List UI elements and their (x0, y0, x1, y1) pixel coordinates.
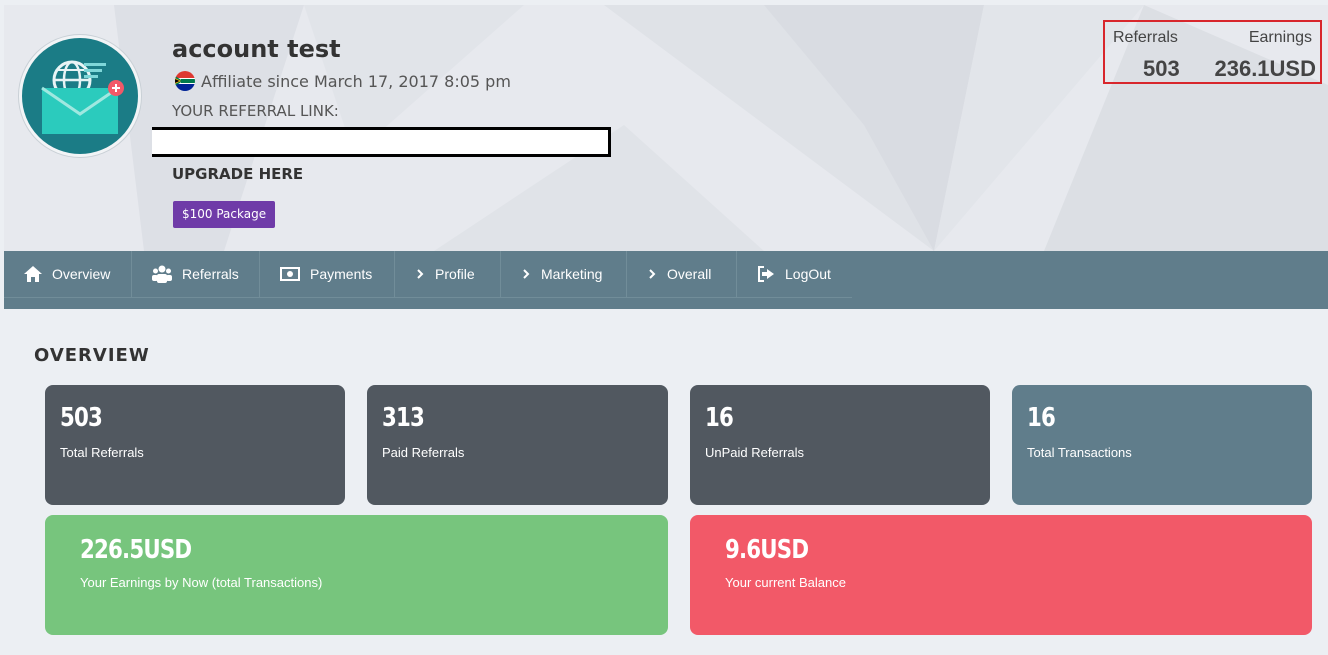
nav-marketing[interactable]: Marketing (501, 251, 627, 297)
card-value: 16 (705, 403, 734, 433)
summary-referrals-label: Referrals (1113, 29, 1178, 46)
summary-earnings-value: 236.1USD (1214, 56, 1316, 81)
affiliate-since-text: Affiliate since March 17, 2017 8:05 pm (201, 71, 511, 91)
referral-link-label: YOUR REFERRAL LINK: (172, 102, 339, 120)
chevron-right-icon (523, 269, 530, 279)
account-name: account test (172, 35, 341, 63)
card-unpaid-referrals: 16 UnPaid Referrals (690, 385, 990, 505)
summary-referrals-value: 503 (1143, 56, 1180, 81)
card-value: 313 (382, 403, 425, 433)
card-current-balance: 9.6USD Your current Balance (690, 515, 1312, 635)
card-label: Your Earnings by Now (total Transactions… (80, 575, 323, 590)
referral-link-field[interactable] (152, 127, 611, 157)
nav-marketing-label: Marketing (541, 266, 603, 282)
card-label: Total Transactions (1027, 445, 1132, 460)
nav-overall-label: Overall (667, 266, 712, 282)
chevron-right-icon (649, 269, 656, 279)
chevron-right-icon (417, 269, 424, 279)
main-nav: Overview Referrals Payments Profile Mark… (4, 251, 1328, 309)
envelope-globe-icon (41, 60, 124, 134)
logout-icon (758, 266, 774, 282)
nav-divider (4, 297, 852, 298)
package-button[interactable]: $100 Package (173, 201, 276, 228)
card-total-earnings: 226.5USD Your Earnings by Now (total Tra… (45, 515, 668, 635)
nav-referrals[interactable]: Referrals (132, 251, 260, 297)
money-icon (280, 267, 300, 281)
nav-overview[interactable]: Overview (4, 251, 132, 297)
nav-payments[interactable]: Payments (260, 251, 395, 297)
nav-overall[interactable]: Overall (627, 251, 737, 297)
card-label: Total Referrals (60, 445, 144, 460)
nav-logout[interactable]: LogOut (737, 251, 852, 297)
nav-profile-label: Profile (435, 266, 475, 282)
overview-title: OVERVIEW (34, 345, 150, 366)
card-value: 226.5USD (80, 535, 192, 565)
nav-logout-label: LogOut (785, 266, 831, 282)
card-value: 9.6USD (725, 535, 809, 565)
card-total-transactions: 16 Total Transactions (1012, 385, 1312, 505)
users-icon (152, 265, 172, 283)
summary-earnings-label: Earnings (1248, 29, 1312, 46)
upgrade-label: UPGRADE HERE (172, 165, 304, 183)
south-africa-flag-icon (175, 71, 195, 91)
nav-overview-label: Overview (52, 266, 111, 282)
card-label: UnPaid Referrals (705, 445, 804, 460)
card-value: 16 (1027, 403, 1056, 433)
home-icon (24, 266, 42, 282)
card-value: 503 (60, 403, 103, 433)
card-total-referrals: 503 Total Referrals (45, 385, 345, 505)
avatar (19, 35, 141, 157)
affiliate-since: Affiliate since March 17, 2017 8:05 pm (175, 71, 511, 91)
nav-payments-label: Payments (310, 266, 373, 282)
nav-referrals-label: Referrals (182, 266, 239, 282)
card-label: Paid Referrals (382, 445, 465, 460)
nav-profile[interactable]: Profile (395, 251, 501, 297)
card-paid-referrals: 313 Paid Referrals (367, 385, 668, 505)
card-label: Your current Balance (725, 575, 846, 590)
summary-box: Referrals Earnings 503 236.1USD (1103, 20, 1322, 84)
